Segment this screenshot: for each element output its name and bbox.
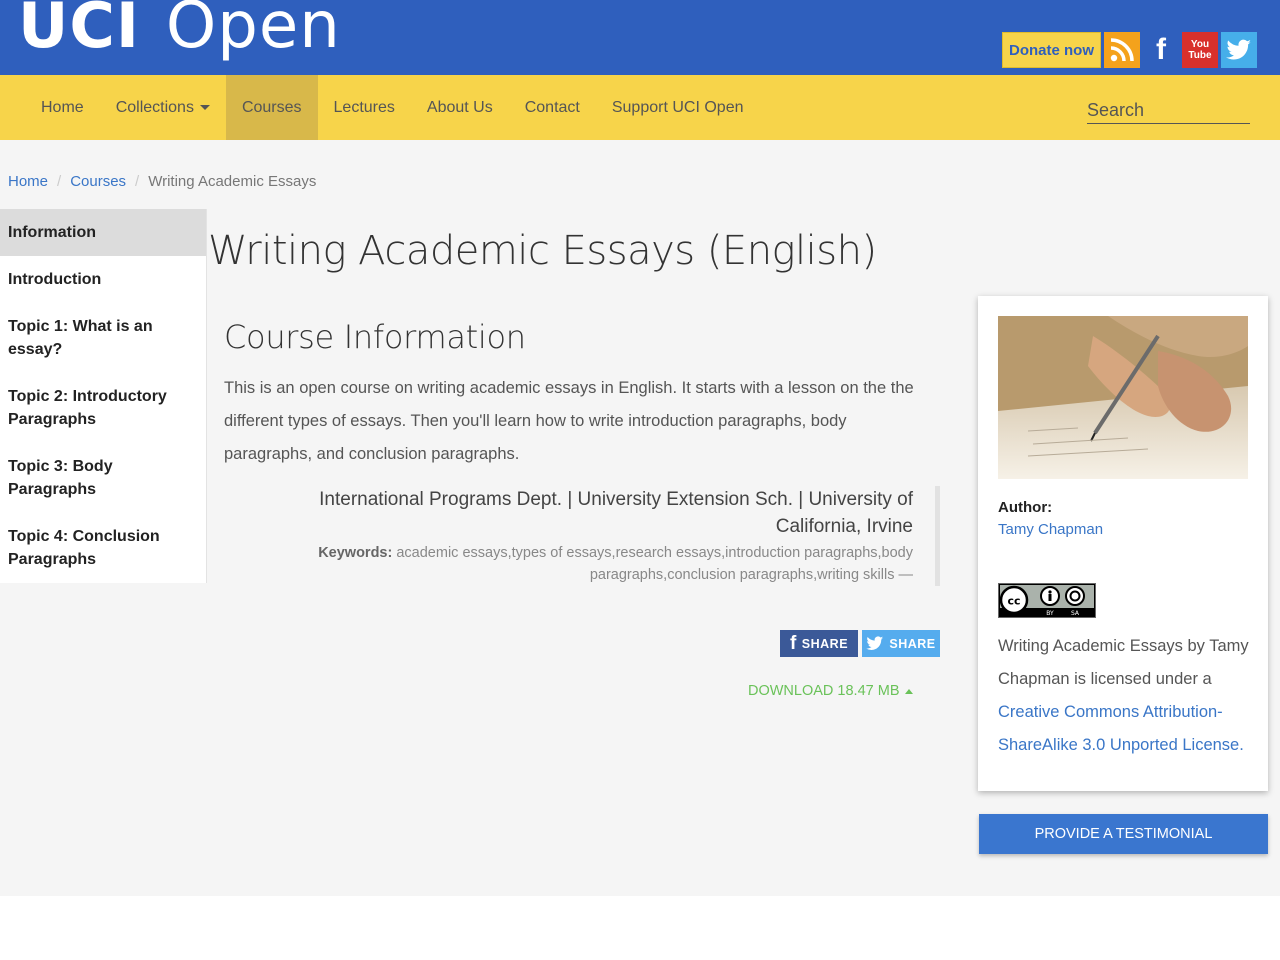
caret-down-icon (199, 105, 210, 111)
breadcrumb-separator: / (135, 173, 140, 190)
youtube-line2: Tube (1188, 50, 1212, 61)
author-label: Author: (998, 499, 1053, 516)
nav-collections[interactable]: Collections (100, 75, 226, 140)
youtube-glyph: You Tube (1188, 39, 1211, 61)
cc-by-sa-icon: cc BY SA (999, 585, 1094, 617)
nav-menu: Home Collections Courses Lectures About … (25, 75, 759, 140)
course-affiliation-block: International Programs Dept. | Universit… (240, 486, 940, 586)
keywords-value: academic essays,types of essays,research… (396, 545, 913, 583)
twitter-share-label: SHARE (889, 636, 936, 651)
cc-license-badge[interactable]: cc BY SA (998, 583, 1096, 618)
license-link[interactable]: Creative Commons Attribution-ShareAlike … (998, 703, 1244, 754)
cc-by-text: BY (1046, 610, 1054, 617)
facebook-icon[interactable]: f (1143, 32, 1179, 68)
keywords-line: Keywords: academic essays,types of essay… (240, 542, 913, 586)
logo-open-text: Open (165, 0, 341, 63)
donate-button[interactable]: Donate now (1002, 32, 1101, 68)
sidebar-item-topic-1[interactable]: Topic 1: What is an essay? (0, 303, 206, 373)
nav-about-us[interactable]: About Us (411, 75, 509, 140)
course-info-card: Author: Tamy Chapman cc BY SA Writing Ac… (978, 296, 1268, 791)
header-actions: Donate now f You Tube (1002, 32, 1257, 68)
share-buttons: f SHARE SHARE (780, 630, 940, 657)
logo-uci-text: UCI (18, 0, 140, 62)
provide-testimonial-button[interactable]: PROVIDE A TESTIMONIAL (979, 814, 1268, 854)
youtube-line1: You (1190, 39, 1210, 50)
rss-icon-graphic (1110, 38, 1134, 62)
affiliation-text: International Programs Dept. | Universit… (319, 489, 913, 537)
main-navbar: Home Collections Courses Lectures About … (0, 75, 1280, 140)
youtube-icon[interactable]: You Tube (1182, 32, 1218, 68)
sidebar-item-topic-4[interactable]: Topic 4: Conclusion Paragraphs (0, 513, 206, 583)
course-thumbnail-image (998, 316, 1248, 479)
sidebar-item-introduction[interactable]: Introduction (0, 256, 206, 303)
twitter-bird-graphic (1226, 39, 1251, 60)
breadcrumb: Home / Courses / Writing Academic Essays (8, 173, 316, 190)
sidebar-item-topic-3[interactable]: Topic 3: Body Paragraphs (0, 443, 206, 513)
cc-text: cc (1007, 595, 1020, 608)
rss-icon[interactable] (1104, 32, 1140, 68)
breadcrumb-separator: / (57, 173, 62, 190)
nav-support[interactable]: Support UCI Open (596, 75, 760, 140)
sidebar-item-information[interactable]: Information (0, 209, 206, 256)
facebook-icon: f (789, 632, 797, 654)
caret-up-icon (904, 688, 913, 694)
keywords-label: Keywords: (318, 545, 393, 561)
nav-home[interactable]: Home (25, 75, 100, 140)
twitter-share-button[interactable]: SHARE (862, 630, 940, 657)
facebook-share-label: SHARE (801, 636, 849, 651)
uci-open-logo[interactable]: UCI Open (18, 0, 341, 58)
download-label: DOWNLOAD 18.47 MB (748, 683, 900, 699)
sidebar-item-topic-2[interactable]: Topic 2: Introductory Paragraphs (0, 373, 206, 443)
page-title: Writing Academic Essays (English) (208, 228, 877, 274)
author-link[interactable]: Tamy Chapman (998, 521, 1103, 538)
nav-lectures[interactable]: Lectures (318, 75, 411, 140)
facebook-glyph: f (1156, 33, 1166, 66)
twitter-icon[interactable] (1221, 32, 1257, 68)
search-input[interactable] (1087, 97, 1250, 124)
breadcrumb-current: Writing Academic Essays (148, 173, 317, 190)
breadcrumb-home[interactable]: Home (8, 173, 48, 190)
site-header: UCI Open Donate now f You Tube (0, 0, 1280, 75)
cc-sa-text: SA (1071, 610, 1080, 617)
license-prefix: Writing Academic Essays by Tamy Chapman … (998, 637, 1249, 688)
nav-contact[interactable]: Contact (509, 75, 596, 140)
writing-hand-illustration (998, 316, 1248, 479)
course-sidebar: Information Introduction Topic 1: What i… (0, 209, 207, 583)
section-title: Course Information (224, 318, 526, 356)
twitter-icon (866, 636, 884, 650)
nav-collections-label: Collections (115, 99, 194, 116)
facebook-share-button[interactable]: f SHARE (780, 630, 858, 657)
license-statement: Writing Academic Essays by Tamy Chapman … (998, 630, 1253, 762)
download-link[interactable]: DOWNLOAD 18.47 MB (748, 683, 913, 699)
nav-courses[interactable]: Courses (225, 75, 318, 140)
course-description: This is an open course on writing academ… (224, 379, 914, 463)
breadcrumb-courses[interactable]: Courses (70, 173, 126, 190)
